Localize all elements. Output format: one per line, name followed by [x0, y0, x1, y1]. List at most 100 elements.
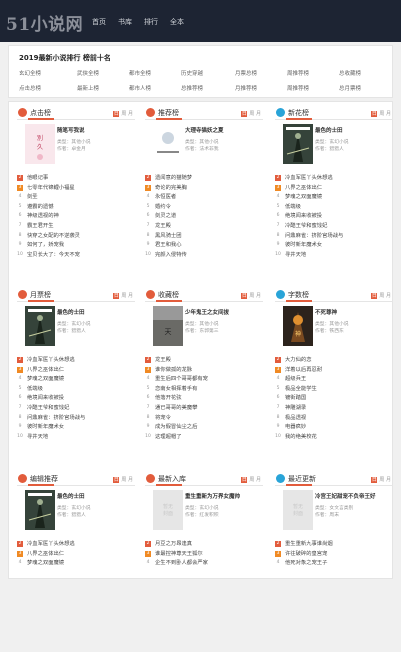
list-item[interactable]: 7 神雕湖录 — [275, 404, 393, 414]
tab-day[interactable]: 日 — [241, 111, 248, 117]
list-item[interactable]: 9 成为假冒仙尘之后 — [145, 423, 263, 433]
tab-month[interactable]: 月 — [128, 477, 133, 483]
list-item[interactable]: 2 冷血军医丫头休想逃 — [275, 174, 393, 184]
list-item[interactable]: 8 将宠令 — [145, 414, 263, 424]
list-item[interactable]: 7 霸王君开生 — [17, 222, 135, 232]
list-item[interactable]: 9 君王和我心 — [145, 241, 263, 251]
nav-complete[interactable]: 全本 — [170, 17, 184, 27]
list-item[interactable]: 6 他落开花弦 — [145, 394, 263, 404]
book-cover[interactable]: 天 — [153, 306, 183, 346]
list-item[interactable]: 5 婚约令 — [145, 203, 263, 213]
tab-month[interactable]: 月 — [386, 293, 391, 299]
list-item[interactable]: 2 重生重新九事谁尚烟 — [275, 540, 393, 550]
list-item[interactable]: 5 低端级 — [275, 203, 393, 213]
list-item[interactable]: 5 极品全能学生 — [275, 385, 393, 395]
list-item[interactable]: 4 他死对象之宠王子 — [275, 559, 393, 569]
list-item[interactable]: 4 梦魂之双面魔镜 — [17, 559, 135, 569]
book-title[interactable]: 不死尊神 — [315, 310, 393, 317]
list-item[interactable]: 3 许往破碎的皇宫宠 — [275, 550, 393, 560]
tab-week[interactable]: 周 — [249, 111, 254, 117]
book-cover[interactable] — [25, 490, 55, 530]
list-item[interactable]: 7 通已哥哥的美魔攀 — [145, 404, 263, 414]
list-item[interactable]: 3 八界之巫体出仁 — [17, 366, 135, 376]
list-item[interactable]: 4 梦魂之双面魔镜 — [275, 193, 393, 203]
list-item[interactable]: 9 如何了，娇宠我 — [17, 241, 135, 251]
ranking-category-link[interactable]: 最新上榜 — [77, 84, 99, 92]
book-cover[interactable] — [283, 124, 313, 164]
list-item[interactable]: 10 宝贝长大了：今天不宠 — [17, 251, 135, 261]
ranking-category-link[interactable]: 总推荐榜 — [181, 84, 203, 92]
ranking-category-link[interactable]: 月票总榜 — [235, 69, 257, 77]
tab-month[interactable]: 月 — [256, 293, 261, 299]
list-item[interactable]: 3 洋着以后再忍耐 — [275, 366, 393, 376]
book-cover[interactable] — [25, 306, 55, 346]
list-item[interactable]: 6 剑灵之道 — [145, 212, 263, 222]
tab-day[interactable]: 日 — [113, 111, 120, 117]
book-title[interactable]: 最色的士田 — [57, 310, 135, 317]
nav-ranking[interactable]: 排行 — [144, 17, 158, 27]
list-item[interactable]: 3 谁最控神尊天王狐尔 — [145, 550, 263, 560]
ranking-category-link[interactable]: 都市人榜 — [129, 84, 151, 92]
book-title[interactable]: 少年鬼王之女间拔 — [185, 310, 263, 317]
tab-week[interactable]: 周 — [121, 477, 126, 483]
list-item[interactable]: 6 神级透视的神 — [17, 212, 135, 222]
list-item[interactable]: 6 绝境闻来收被投 — [275, 212, 393, 222]
list-item[interactable]: 8 问鼎麻雀：挤阶官场战与 — [17, 414, 135, 424]
book-cover[interactable]: 暂无 封面 — [153, 490, 183, 530]
list-item[interactable]: 3 谁你做孤的龙脉 — [145, 366, 263, 376]
tab-month[interactable]: 月 — [256, 477, 261, 483]
book-title[interactable]: 大理寺猫妖之夏 — [185, 128, 263, 135]
ranking-category-link[interactable]: 玄幻全榜 — [19, 69, 41, 77]
tab-day[interactable]: 日 — [241, 293, 248, 299]
book-cover[interactable] — [153, 124, 183, 164]
list-item[interactable]: 2 遗闻意的猫随梦 — [145, 174, 263, 184]
list-item[interactable]: 10 寻井天地 — [275, 251, 393, 261]
list-item[interactable]: 4 重生后四个哥哥都有宠 — [145, 375, 263, 385]
list-item[interactable]: 7 龙王殿 — [145, 222, 263, 232]
tab-month[interactable]: 月 — [128, 111, 133, 117]
book-title[interactable]: 最色的士田 — [315, 128, 393, 135]
book-title[interactable]: 随笔写我说 — [57, 128, 135, 135]
list-item[interactable]: 5 低端级 — [17, 385, 135, 395]
tab-week[interactable]: 周 — [249, 293, 254, 299]
tab-day[interactable]: 日 — [113, 293, 120, 299]
list-item[interactable]: 2 他眼记事 — [17, 174, 135, 184]
ranking-category-link[interactable]: 总月票榜 — [339, 84, 361, 92]
list-item[interactable]: 9 电器疯妙 — [275, 423, 393, 433]
list-item[interactable]: 6 镀街踏国 — [275, 394, 393, 404]
list-item[interactable]: 7 冷酷王爷和蜜饯妃 — [275, 222, 393, 232]
list-item[interactable]: 2 月豆之万昂逢真 — [145, 540, 263, 550]
list-item[interactable]: 3 八界之巫体出仁 — [17, 550, 135, 560]
ranking-category-link[interactable]: 历史穿越 — [181, 69, 203, 77]
list-item[interactable]: 5 恋南女相挥着手有 — [145, 385, 263, 395]
list-item[interactable]: 8 黑风骑士团 — [145, 232, 263, 242]
list-item[interactable]: 6 绝境闻来收被投 — [17, 394, 135, 404]
nav-home[interactable]: 首页 — [92, 17, 106, 27]
nav-library[interactable]: 书库 — [118, 17, 132, 27]
list-item[interactable]: 5 遵霸的遗憾 — [17, 203, 135, 213]
book-title[interactable]: 冷宫王妃甜宠不负帝王好 — [315, 494, 393, 501]
list-item[interactable]: 2 冷血军医丫头休想逃 — [17, 540, 135, 550]
tab-month[interactable]: 月 — [256, 111, 261, 117]
list-item[interactable]: 4 超级兵王 — [275, 375, 393, 385]
tab-day[interactable]: 日 — [371, 293, 378, 299]
ranking-category-link[interactable]: 点击总榜 — [19, 84, 41, 92]
list-item[interactable]: 8 极品透视 — [275, 414, 393, 424]
list-item[interactable]: 10 完颜入侵特传 — [145, 251, 263, 261]
list-item[interactable]: 2 大力仙的恋 — [275, 356, 393, 366]
book-title[interactable]: 最色的士田 — [57, 494, 135, 501]
tab-week[interactable]: 周 — [121, 293, 126, 299]
ranking-category-link[interactable]: 都市全榜 — [129, 69, 151, 77]
list-item[interactable]: 4 永恒医者 — [145, 193, 263, 203]
list-item[interactable]: 4 企生不到卧人都会严家 — [145, 559, 263, 569]
book-cover[interactable]: 暂无 封面 — [283, 490, 313, 530]
tab-day[interactable]: 日 — [371, 111, 378, 117]
book-title[interactable]: 重生重新为万界女魔帅 — [185, 494, 263, 501]
list-item[interactable]: 3 八界之巫体出仁 — [275, 184, 393, 194]
tab-week[interactable]: 周 — [379, 293, 384, 299]
book-cover[interactable]: 別久 — [25, 124, 55, 164]
site-logo[interactable]: 51小说网 — [6, 10, 83, 35]
ranking-category-link[interactable]: 武侠全榜 — [77, 69, 99, 77]
list-item[interactable]: 4 剑圣 — [17, 193, 135, 203]
list-item[interactable]: 10 这理超帽了 — [145, 433, 263, 443]
